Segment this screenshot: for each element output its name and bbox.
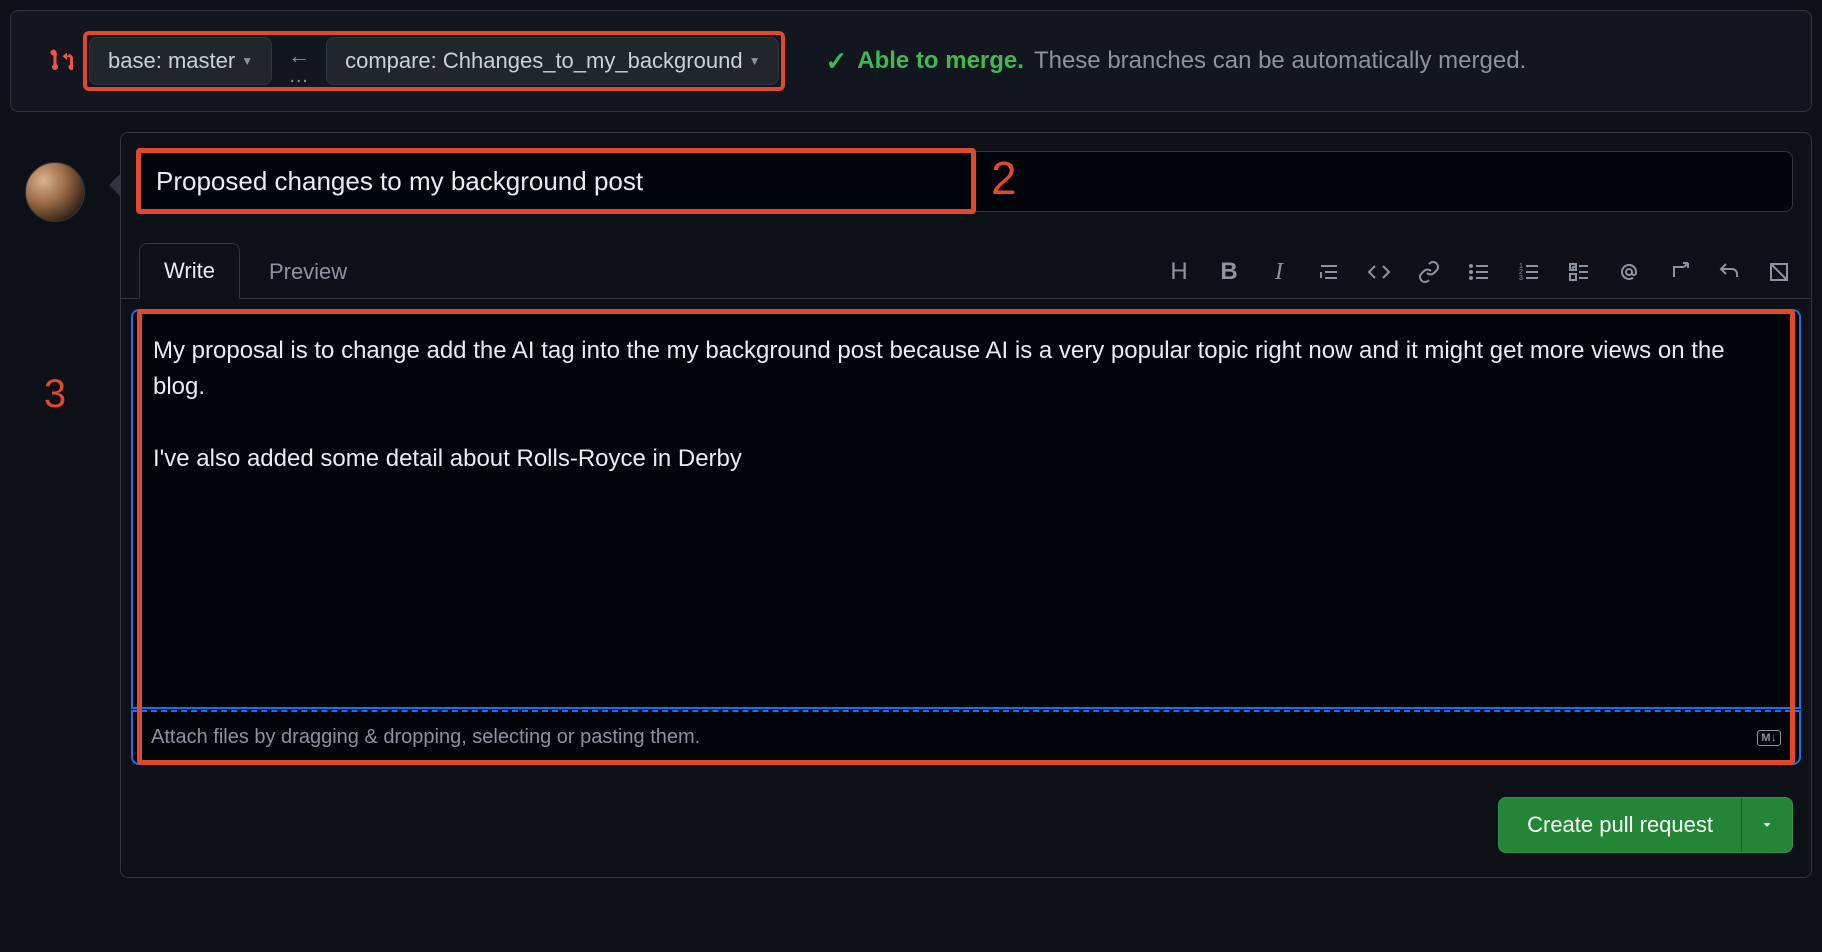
check-icon: ✓ — [825, 46, 847, 77]
merge-status: ✓ Able to merge. These branches can be a… — [825, 46, 1526, 77]
quote-icon[interactable] — [1315, 258, 1343, 286]
create-pull-request-button[interactable]: Create pull request — [1499, 798, 1741, 852]
base-branch-selector[interactable]: base: master ▼ — [89, 37, 272, 85]
fullscreen-icon[interactable] — [1765, 258, 1793, 286]
task-list-icon[interactable] — [1565, 258, 1593, 286]
italic-icon[interactable]: I — [1265, 258, 1293, 286]
tab-write[interactable]: Write — [139, 243, 240, 299]
compare-arrow-icon: ← … — [284, 43, 314, 79]
markdown-supported-icon[interactable]: M↓ — [1757, 730, 1781, 746]
unordered-list-icon[interactable] — [1465, 258, 1493, 286]
annotation-box-1: base: master ▼ ← … compare: Chhanges_to_… — [83, 31, 785, 91]
pr-title-input[interactable] — [139, 151, 1793, 212]
git-pull-request-icon — [49, 46, 73, 77]
compare-branch-selector[interactable]: compare: Chhanges_to_my_background ▼ — [326, 37, 779, 85]
branch-compare-bar: base: master ▼ ← … compare: Chhanges_to_… — [10, 10, 1812, 112]
attach-files-row[interactable]: Attach files by dragging & dropping, sel… — [131, 710, 1801, 765]
author-avatar[interactable] — [25, 162, 85, 222]
heading-icon[interactable]: H — [1165, 258, 1193, 286]
merge-detail-text: These branches can be automatically merg… — [1034, 47, 1526, 75]
attach-hint-text: Attach files by dragging & dropping, sel… — [151, 726, 700, 749]
mention-icon[interactable] — [1615, 258, 1643, 286]
annotation-label-2: 2 — [991, 151, 1017, 205]
caret-down-icon: ▼ — [241, 54, 253, 68]
tab-preview[interactable]: Preview — [244, 243, 372, 299]
annotation-label-3: 3 — [44, 372, 66, 417]
markdown-toolbar: H B I 123 — [1165, 258, 1793, 298]
pr-body-textarea[interactable] — [131, 309, 1801, 709]
svg-text:3: 3 — [1519, 275, 1523, 282]
bold-icon[interactable]: B — [1215, 258, 1243, 286]
create-pull-request-dropdown[interactable] — [1741, 798, 1792, 852]
base-branch-label: base: master — [108, 48, 235, 74]
create-pull-request-group: Create pull request — [1498, 797, 1793, 853]
compose-tabs: Write Preview — [139, 242, 372, 298]
caret-down-icon: ▼ — [749, 54, 761, 68]
reply-icon[interactable] — [1715, 258, 1743, 286]
pr-compose-box: 2 Write Preview H B I 123 — [120, 132, 1812, 878]
code-icon[interactable] — [1365, 258, 1393, 286]
merge-able-text: Able to merge. — [857, 47, 1024, 75]
ordered-list-icon[interactable]: 123 — [1515, 258, 1543, 286]
cross-reference-icon[interactable] — [1665, 258, 1693, 286]
compare-branch-label: compare: Chhanges_to_my_background — [345, 48, 742, 74]
link-icon[interactable] — [1415, 258, 1443, 286]
